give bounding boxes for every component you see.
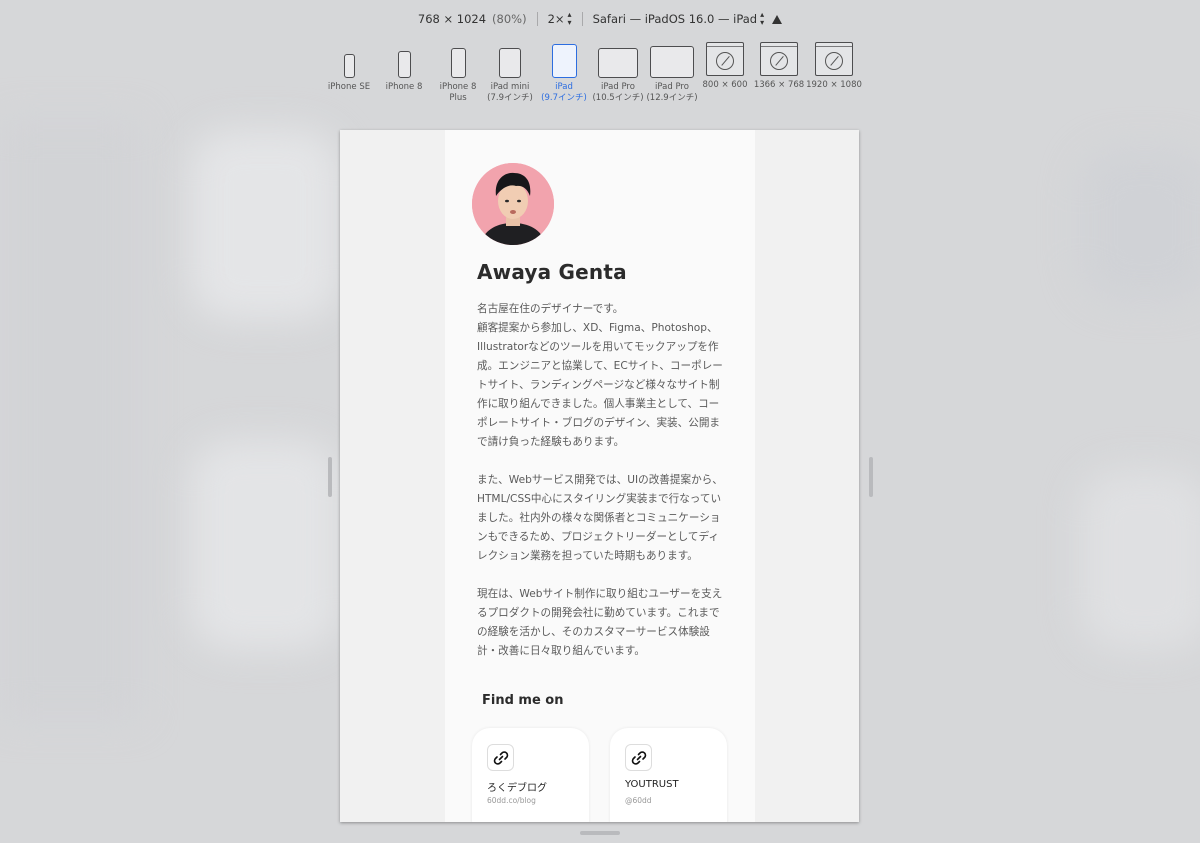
tablet-icon (499, 48, 521, 78)
safari-window-icon (815, 42, 853, 76)
device-label: iPhone SE (327, 82, 371, 92)
device-picker: iPhone SE iPhone 8 iPhone 8 Plus iPad min… (327, 42, 862, 104)
link-icon (625, 744, 652, 771)
link-card-url: @60dd (625, 796, 652, 805)
device-1366x768[interactable]: 1366 × 768 (753, 42, 805, 91)
scale-value: 2× (547, 12, 565, 26)
device-label: iPhone 8 (385, 82, 423, 92)
link-card-youtrust[interactable]: YOUTRUST @60dd (610, 728, 727, 822)
safari-window-icon (760, 42, 798, 76)
backdrop-blur (1080, 150, 1200, 300)
device-label: iPad Pro (10.5インチ) (592, 82, 644, 103)
chevron-updown-icon: ▴ ▾ (760, 10, 765, 27)
backdrop-blur (0, 120, 140, 720)
device-1920x1080[interactable]: 1920 × 1080 (806, 42, 862, 91)
bio-paragraph: 名古屋在住のデザイナーです。 顧客提案から参加し、XD、Figma、Photos… (477, 303, 723, 448)
scale-select[interactable]: 2× ▴ ▾ (538, 11, 582, 27)
tablet-icon (650, 46, 694, 78)
resolution-value: 768 × 1024 (417, 12, 487, 26)
link-card-title: YOUTRUST (625, 779, 679, 790)
browser-select[interactable]: Safari — iPadOS 16.0 — iPad ▴ ▾ (583, 11, 793, 27)
resize-handle-right[interactable] (869, 457, 873, 497)
device-iphone-se[interactable]: iPhone SE (327, 42, 371, 93)
device-viewport: Awaya Genta 名古屋在住のデザイナーです。 顧客提案から参加し、XD、… (340, 130, 859, 822)
device-800x600[interactable]: 800 × 600 (702, 42, 748, 91)
responsive-toolbar: 768 × 1024 (80%) 2× ▴ ▾ Safari — iPadOS 1… (0, 10, 1200, 28)
link-card-blog[interactable]: ろくデブログ 60dd.co/blog (472, 728, 589, 822)
chevron-updown-icon: ▴ ▾ (567, 10, 572, 27)
browser-value: Safari — iPadOS 16.0 — iPad (592, 12, 758, 26)
device-label: 800 × 600 (702, 80, 748, 90)
tablet-icon (551, 44, 577, 78)
backdrop-blur (190, 130, 340, 320)
avatar (472, 163, 554, 245)
link-card-title: ろくデブログ (487, 783, 547, 794)
profile-name: Awaya Genta (477, 260, 627, 284)
compass-icon (770, 51, 788, 70)
backdrop-blur (190, 440, 340, 650)
avatar-portrait (472, 163, 554, 245)
bio-paragraph: また、Webサービス開発では、UIの改善提案から、HTML/CSS中心にスタイリ… (477, 474, 723, 562)
device-label: 1920 × 1080 (806, 80, 862, 90)
compass-icon (825, 51, 843, 70)
compass-icon (716, 51, 734, 70)
device-label: iPad mini (7.9インチ) (487, 82, 533, 103)
profile-bio: 名古屋在住のデザイナーです。 顧客提案から参加し、XD、Figma、Photos… (477, 300, 727, 661)
device-label: iPad Pro (12.9インチ) (646, 82, 698, 103)
device-label: iPhone 8 Plus (439, 82, 477, 103)
zoom-value: (80%) (492, 12, 527, 26)
link-card-url: 60dd.co/blog (487, 796, 536, 805)
warning-icon[interactable] (772, 14, 783, 24)
safari-window-icon (706, 42, 744, 76)
bio-paragraph: 現在は、Webサイト制作に取り組むユーザーを支えるプロダクトの開発会社に勤めてい… (477, 588, 723, 657)
link-icon (487, 744, 514, 771)
resize-handle-left[interactable] (328, 457, 332, 497)
tablet-icon (598, 48, 638, 78)
resize-handle-bottom[interactable] (580, 831, 620, 835)
phone-icon (397, 51, 411, 78)
device-ipad-pro-10-5[interactable]: iPad Pro (10.5インチ) (592, 42, 644, 104)
device-iphone-8[interactable]: iPhone 8 (385, 42, 423, 93)
find-me-heading: Find me on (482, 693, 564, 708)
device-label: iPad (9.7インチ) (541, 82, 587, 103)
device-iphone-8-plus[interactable]: iPhone 8 Plus (438, 42, 478, 104)
phone-icon (343, 54, 355, 78)
device-label: 1366 × 768 (753, 80, 805, 90)
backdrop-blur (1080, 470, 1200, 650)
resolution-readout: 768 × 1024 (80%) (408, 12, 537, 26)
device-ipad-pro-12-9[interactable]: iPad Pro (12.9インチ) (646, 42, 698, 104)
profile-column: Awaya Genta 名古屋在住のデザイナーです。 顧客提案から参加し、XD、… (445, 130, 755, 822)
device-ipad-mini[interactable]: iPad mini (7.9インチ) (487, 42, 533, 104)
device-ipad[interactable]: iPad (9.7インチ) (541, 42, 587, 104)
phone-icon (450, 48, 466, 78)
